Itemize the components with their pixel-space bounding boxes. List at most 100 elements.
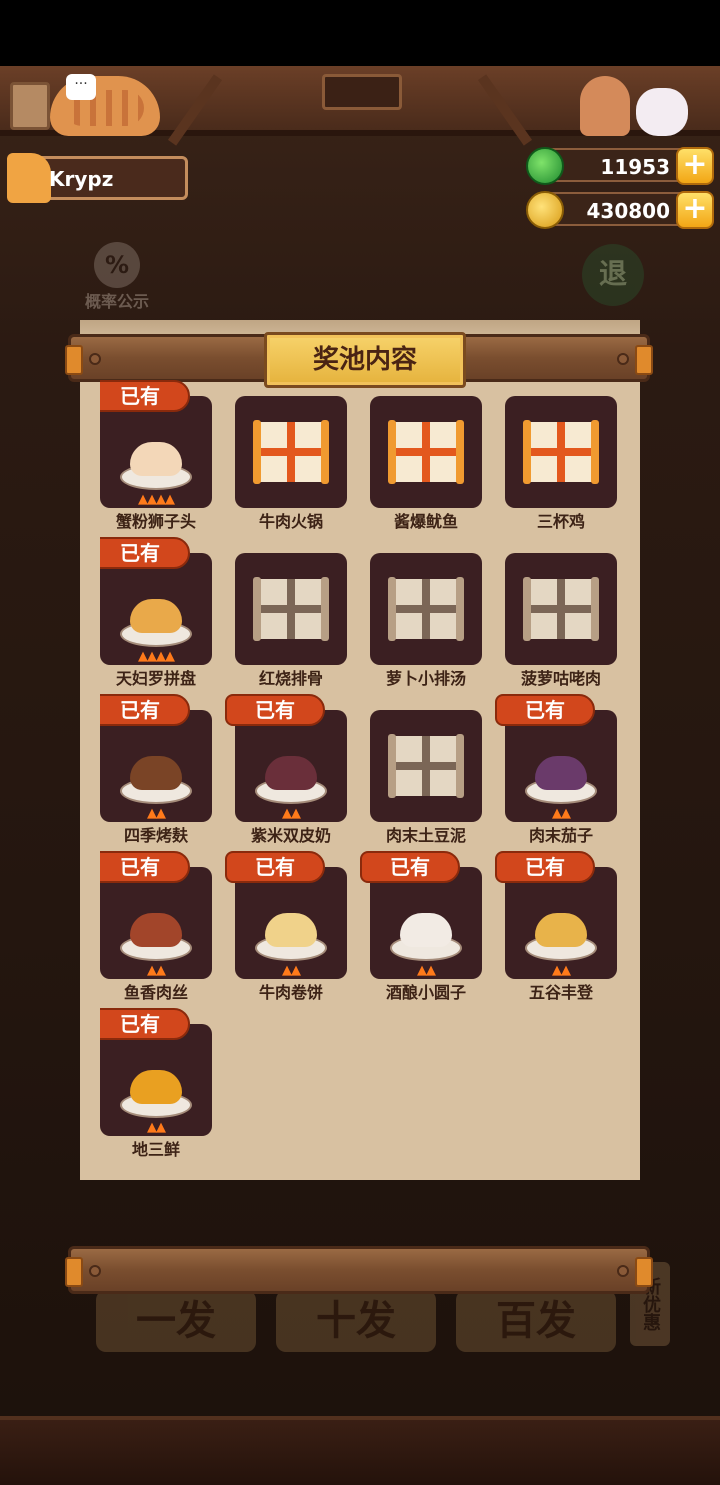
prize-name: 五谷丰登 — [528, 983, 593, 1002]
food-shape — [400, 913, 452, 947]
scroll-part — [253, 420, 261, 484]
prize-tile: ▲▲ — [235, 710, 347, 822]
status-bar — [0, 0, 720, 66]
dish-icon — [120, 1062, 192, 1122]
prize-item[interactable]: 已有 ▲▲ 酒酿小圆子 — [360, 851, 482, 1003]
owned-badge: 已有 — [360, 851, 460, 883]
draw-ten-button: 十发 — [276, 1290, 436, 1352]
floor — [0, 1416, 720, 1485]
dish-icon — [525, 905, 597, 965]
prize-name: 牛肉火锅 — [258, 512, 323, 531]
prize-name: 酱爆鱿鱼 — [393, 512, 458, 531]
prize-tile — [370, 553, 482, 665]
chef-character — [580, 76, 630, 136]
scroll-part — [523, 420, 531, 484]
scroll-bottom-rod — [65, 1246, 653, 1294]
rod-nail — [89, 1265, 101, 1277]
scroll-part — [392, 448, 460, 456]
dish-icon — [525, 748, 597, 808]
prize-item[interactable]: 已有 ▲▲ 地三鲜 — [100, 1008, 212, 1160]
player-badge[interactable]: Krypz — [7, 153, 188, 203]
prize-item[interactable]: 酱爆鱿鱼 — [370, 380, 482, 532]
prize-name: 紫米双皮奶 — [250, 826, 331, 845]
prize-tile: ▲▲ — [505, 710, 617, 822]
prize-item[interactable]: 菠萝咕咾肉 — [505, 537, 617, 689]
scroll-part — [388, 577, 396, 641]
prize-item[interactable]: 已有 ▲▲ 五谷丰登 — [495, 851, 617, 1003]
scroll-part — [392, 762, 460, 770]
add-coin-button[interactable]: + — [676, 191, 714, 229]
probability-label: 概率公示 — [84, 292, 149, 311]
prize-name: 蟹粉狮子头 — [115, 512, 196, 531]
locked-scroll-icon — [253, 420, 329, 484]
chat-bubble-icon[interactable]: ··· — [66, 74, 96, 100]
notebook-icon[interactable] — [10, 82, 50, 130]
scroll-part — [456, 734, 464, 798]
scroll-part — [527, 605, 595, 613]
locked-scroll-icon — [523, 577, 599, 641]
food-shape — [130, 756, 182, 790]
prize-name: 地三鲜 — [131, 1140, 180, 1159]
prize-tile: ▲▲▲▲ — [100, 553, 212, 665]
prize-name: 酒酿小圆子 — [385, 983, 466, 1002]
prize-item[interactable]: 牛肉火锅 — [235, 380, 347, 532]
add-jade-button[interactable]: + — [676, 147, 714, 185]
coin-amount: 430800 — [586, 199, 671, 223]
prize-item[interactable]: 已有 ▲▲▲▲ 天妇罗拼盘 — [100, 537, 212, 689]
percent-gear-icon: % — [94, 242, 140, 288]
prize-item[interactable]: 肉末土豆泥 — [370, 694, 482, 846]
scroll-part — [591, 577, 599, 641]
panel-title: 奖池内容 — [312, 345, 417, 375]
prize-name: 肉末土豆泥 — [385, 826, 466, 845]
locked-scroll-icon — [388, 577, 464, 641]
scroll-part — [321, 420, 329, 484]
prize-item[interactable]: 已有 ▲▲ 肉末茄子 — [495, 694, 617, 846]
food-shape — [130, 1070, 182, 1104]
prize-tile: ▲▲ — [235, 867, 347, 979]
prize-name: 菠萝咕咾肉 — [520, 669, 601, 688]
flame-rating-icon: ▲▲ — [147, 963, 166, 978]
prize-item[interactable]: 萝卜小排汤 — [370, 537, 482, 689]
prize-name: 红烧排骨 — [258, 669, 323, 688]
prize-item[interactable]: 已有 ▲▲ 四季烤麸 — [100, 694, 212, 846]
flame-rating-icon: ▲▲ — [552, 806, 571, 821]
prize-item[interactable]: 已有 ▲▲ 紫米双皮奶 — [225, 694, 347, 846]
locked-scroll-icon — [523, 420, 599, 484]
flame-rating-icon: ▲▲ — [147, 1120, 166, 1135]
owned-badge: 已有 — [225, 851, 325, 883]
flame-rating-icon: ▲▲ — [282, 963, 301, 978]
dish-icon — [120, 748, 192, 808]
dish-icon — [255, 905, 327, 965]
prize-name: 四季烤麸 — [123, 826, 188, 845]
owned-badge: 已有 — [100, 851, 190, 883]
scroll-part — [321, 577, 329, 641]
flame-rating-icon: ▲▲▲▲ — [138, 649, 175, 664]
flame-rating-icon: ▲▲ — [147, 806, 166, 821]
prize-item[interactable]: 三杯鸡 — [505, 380, 617, 532]
scroll-part — [257, 605, 325, 613]
prize-item[interactable]: 已有 ▲▲ 鱼香肉丝 — [100, 851, 212, 1003]
scroll-part — [388, 734, 396, 798]
prize-item[interactable]: 红烧排骨 — [235, 537, 347, 689]
owned-badge: 已有 — [100, 694, 190, 726]
food-shape — [130, 599, 182, 633]
prize-item[interactable]: 已有 ▲▲▲▲ 蟹粉狮子头 — [100, 380, 212, 532]
prize-name: 鱼香肉丝 — [123, 983, 188, 1002]
rod-nail — [617, 353, 629, 365]
owned-badge: 已有 — [100, 380, 190, 412]
draw-one-button: 一发 — [96, 1290, 256, 1352]
rod-nail — [617, 1265, 629, 1277]
exit-button: 退 — [582, 244, 644, 306]
food-shape — [130, 913, 182, 947]
prize-tile: ▲▲ — [100, 1024, 212, 1136]
prize-name: 肉末茄子 — [528, 826, 593, 845]
scroll-part — [392, 605, 460, 613]
dish-icon — [120, 591, 192, 651]
food-shape — [130, 442, 182, 476]
prize-name: 天妇罗拼盘 — [115, 669, 196, 688]
probability-button: % 概率公示 — [76, 242, 158, 312]
prize-tile — [505, 396, 617, 508]
player-avatar — [7, 153, 51, 203]
scroll-part — [456, 577, 464, 641]
prize-item[interactable]: 已有 ▲▲ 牛肉卷饼 — [225, 851, 347, 1003]
